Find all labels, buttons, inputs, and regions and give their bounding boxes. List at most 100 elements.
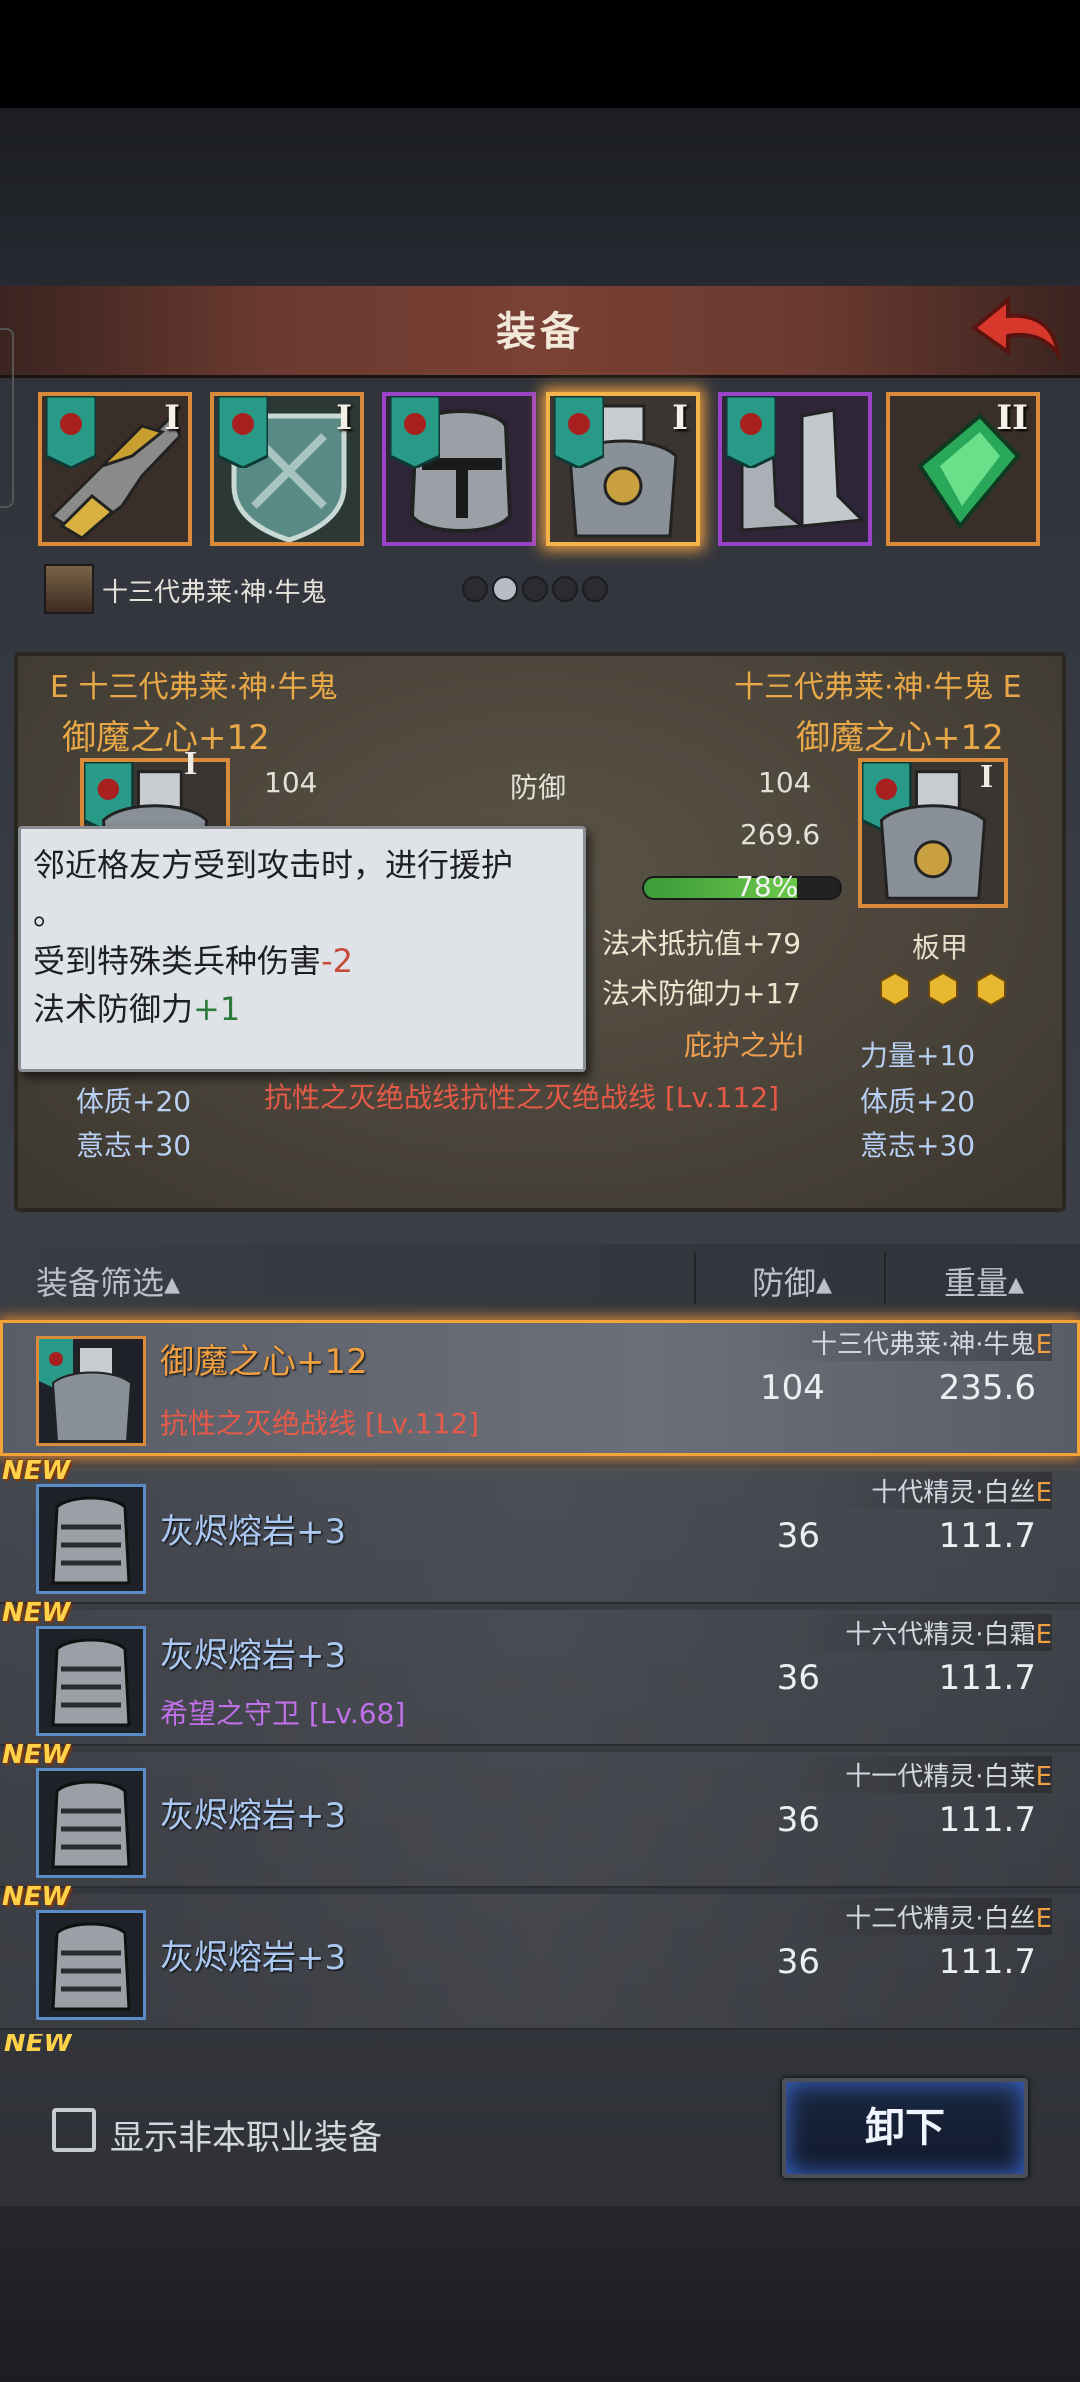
slot-armor[interactable]: I (546, 392, 700, 546)
bottom-background (0, 2206, 1080, 2382)
chest-armor-icon (39, 1913, 143, 2017)
item-owner: 十代精灵·白丝E (811, 1472, 1052, 1509)
magic-defense: 法术防御力+17 (602, 977, 802, 1010)
tooltip-stat-value: +1 (193, 990, 241, 1028)
item-weight: 111.7 (938, 1800, 1036, 1840)
slot-boots[interactable] (718, 392, 872, 546)
pager-dot[interactable] (582, 576, 608, 602)
show-other-class-checkbox[interactable] (52, 2108, 96, 2152)
list-item[interactable]: 灰烬熔岩+3 十代精灵·白丝E 36 111.7 NEW (0, 1456, 1080, 1604)
sort-weight-button[interactable]: 重量▴ (944, 1258, 1024, 1304)
character-name: 十三代弗莱·神·牛鬼 (102, 578, 327, 608)
list-item[interactable]: 灰烬熔岩+3 十一代精灵·白莱E 36 111.7 NEW (0, 1740, 1080, 1888)
divider (884, 1252, 886, 1304)
plate-armor-icon (39, 1339, 143, 1443)
left-defense-value: 104 (264, 766, 318, 799)
left-item-name: 御魔之心+12 (62, 718, 270, 758)
item-defense: 36 (776, 1516, 820, 1556)
right-stat-constitution: 体质+20 (860, 1085, 976, 1118)
item-name: 灰烬熔岩+3 (160, 1512, 347, 1552)
new-badge: NEW (2, 1740, 71, 1770)
item-weight: 111.7 (938, 1658, 1036, 1698)
list-item[interactable]: 灰烬熔岩+3 希望之守卫 [Lv.68] 十六代精灵·白霜E 36 111.7 … (0, 1598, 1080, 1746)
owner-grade: E (1035, 1904, 1052, 1934)
item-icon (36, 1768, 146, 1878)
item-owner: 十六代精灵·白霜E (785, 1614, 1052, 1651)
item-defense: 104 (760, 1368, 825, 1408)
slot-helmet[interactable] (382, 392, 536, 546)
slot-accessory[interactable]: II (886, 392, 1040, 546)
sort-defense-button[interactable]: 防御▴ (752, 1258, 832, 1304)
star-icon (928, 972, 958, 1006)
unload-label: 卸下 (865, 2105, 945, 2151)
tooltip-stat-label: 法术防御力 (33, 990, 194, 1028)
list-item[interactable]: 御魔之心+12 抗性之灭绝战线 [Lv.112] 十三代弗莱·神·牛鬼E 104… (0, 1320, 1080, 1456)
tier-label: I (336, 398, 352, 438)
tooltip-stat-value: -2 (321, 942, 353, 980)
left-stat-will: 意志+30 (76, 1129, 192, 1162)
guild-banner-icon (390, 396, 440, 468)
guild-banner-icon (218, 396, 268, 468)
left-stat-constitution: 体质+20 (76, 1085, 192, 1118)
right-defense-value: 104 (758, 766, 812, 799)
slot-gauntlet[interactable]: I (38, 392, 192, 546)
owner-grade: E (1035, 1478, 1052, 1508)
tooltip-line: 。 (33, 894, 66, 932)
item-weight: 111.7 (938, 1516, 1036, 1556)
durability-label: 78% (736, 870, 799, 903)
new-badge: NEW (2, 1456, 71, 1486)
right-item-name: 御魔之心+12 (796, 718, 1004, 758)
star-icon (880, 972, 910, 1006)
list-header: 装备筛选▴ 防御▴ 重量▴ (0, 1244, 1080, 1312)
owner-name: 十三代弗莱·神·牛鬼 (811, 1330, 1036, 1360)
right-tier-label: I (980, 758, 994, 795)
item-owner: 十一代精灵·白莱E (785, 1756, 1052, 1793)
item-set-bonus: 希望之守卫 [Lv.68] (160, 1697, 406, 1730)
item-owner: 十三代弗莱·神·牛鬼E (751, 1324, 1052, 1361)
owner-name: 十代精灵·白丝 (871, 1478, 1036, 1508)
filter-button[interactable]: 装备筛选▴ (36, 1258, 180, 1304)
right-item-type: 板甲 (912, 931, 969, 964)
back-button[interactable] (968, 292, 1064, 364)
new-badge: NEW (2, 1598, 71, 1628)
item-name: 御魔之心+12 (160, 1342, 368, 1382)
owner-grade: E (1035, 1620, 1052, 1650)
slot-shield[interactable]: I (210, 392, 364, 546)
side-tab[interactable] (0, 328, 14, 508)
item-owner: 十二代精灵·白丝E (785, 1898, 1052, 1935)
item-name: 灰烬熔岩+3 (160, 1938, 347, 1978)
item-icon (36, 1910, 146, 2020)
list-item[interactable]: 灰烬熔岩+3 十二代精灵·白丝E 36 111.7 NEW (0, 1882, 1080, 2030)
skill-tooltip: 邻近格友方受到攻击时，进行援护 。 受到特殊类兵种伤害-2 法术防御力+1 (18, 826, 586, 1072)
pager-dot[interactable] (522, 576, 548, 602)
right-weight-value: 269.6 (740, 818, 821, 851)
page-title: 装备 (496, 309, 584, 355)
owner-grade: E (1035, 1762, 1052, 1792)
tooltip-line: 法术防御力+1 (33, 985, 571, 1033)
defense-label: 防御 (510, 771, 567, 804)
back-arrow-icon (970, 295, 1061, 362)
right-stat-strength: 力量+10 (860, 1039, 976, 1072)
pager-dot[interactable] (462, 576, 488, 602)
guild-banner-icon (554, 396, 604, 468)
tier-label: I (164, 398, 180, 438)
unload-button[interactable]: 卸下 (782, 2078, 1028, 2178)
tooltip-line: 受到特殊类兵种伤害-2 (33, 937, 571, 985)
equipment-slots: I I I II (38, 392, 1048, 550)
tier-label: I (672, 398, 688, 438)
checkbox-label: 显示非本职业装备 (110, 2118, 382, 2158)
pager-dot-active[interactable] (492, 576, 518, 602)
pager-dot[interactable] (552, 576, 578, 602)
item-weight: 111.7 (938, 1942, 1036, 1982)
status-bar-area (0, 0, 1080, 108)
magic-resist-value: 法术抵抗值+79 (602, 927, 802, 960)
right-owner: 十三代弗莱·神·牛鬼 E (734, 670, 1022, 705)
skill-name: 庇护之光I (684, 1029, 805, 1062)
item-weight: 235.6 (938, 1368, 1036, 1408)
item-defense: 36 (776, 1800, 820, 1840)
avatar (44, 564, 94, 614)
title-bar: 装备 (0, 286, 1080, 378)
divider (694, 1252, 696, 1304)
item-defense: 36 (776, 1658, 820, 1698)
owner-name: 十二代精灵·白丝 (845, 1904, 1036, 1934)
